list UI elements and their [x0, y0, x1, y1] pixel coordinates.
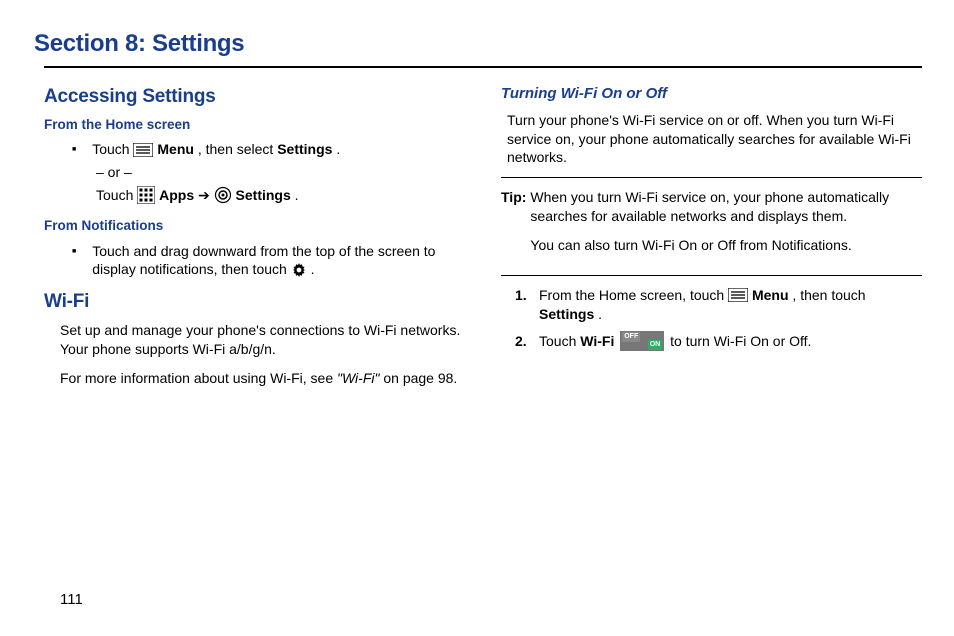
text: .: [598, 306, 602, 322]
bullet-text: Touch Menu , then select Settings .: [92, 140, 465, 159]
text: , then touch: [792, 287, 865, 303]
text-bold: Settings: [539, 306, 594, 322]
text: ➔: [198, 187, 214, 203]
tip-label: Tip:: [501, 188, 526, 207]
body-paragraphs: Turn your phone's Wi-Fi service on or of…: [507, 111, 922, 168]
tip-block: Tip: When you turn Wi-Fi service on, you…: [501, 188, 922, 265]
text: .: [311, 261, 315, 277]
step-body: From the Home screen, touch Menu , then …: [539, 286, 922, 324]
text: From the Home screen, touch: [539, 287, 728, 303]
text: , then select: [198, 141, 277, 157]
numbered-list: 1. From the Home screen, touch Menu , th…: [501, 286, 922, 352]
paragraph: When you turn Wi-Fi service on, your pho…: [530, 188, 922, 226]
paragraph: For more information about using Wi-Fi, …: [60, 369, 465, 388]
menu-icon: [133, 143, 153, 157]
subheading-from-notifications: From Notifications: [44, 217, 465, 235]
or-separator: – or –: [96, 163, 465, 182]
subheading-turning-wifi-on-off: Turning Wi-Fi On or Off: [501, 84, 922, 104]
text: For more information about using Wi-Fi, …: [60, 370, 337, 386]
text: Touch: [96, 187, 137, 203]
text-bold: Wi-Fi: [580, 333, 614, 349]
bullet-marker-icon: ■: [72, 145, 76, 154]
paragraph: Turn your phone's Wi-Fi service on or of…: [507, 111, 922, 168]
paragraph: You can also turn Wi-Fi On or Off from N…: [530, 236, 922, 255]
tip-body: When you turn Wi-Fi service on, your pho…: [530, 188, 922, 265]
body-paragraphs: Set up and manage your phone's connectio…: [60, 321, 465, 388]
apps-icon: [137, 186, 155, 204]
divider: [501, 275, 922, 276]
toggle-off-label: OFF: [622, 332, 640, 342]
list-step-2: 2. Touch Wi-Fi OFF ON to turn Wi-Fi On o…: [515, 332, 922, 352]
text-bold: Settings: [236, 187, 291, 203]
page-number: 111: [60, 590, 83, 610]
step-number: 2.: [515, 332, 539, 351]
settings-gear-icon: [214, 186, 232, 204]
right-column: Turning Wi-Fi On or Off Turn your phone'…: [501, 82, 922, 397]
text-bold: Menu: [752, 287, 789, 303]
text-bold: Settings: [277, 141, 332, 157]
two-column-layout: Accessing Settings From the Home screen …: [34, 82, 922, 397]
text: Touch: [92, 141, 133, 157]
toggle-on-label: ON: [648, 340, 663, 350]
heading-wifi: Wi-Fi: [44, 289, 465, 315]
left-column: Accessing Settings From the Home screen …: [44, 82, 465, 397]
paragraph: Set up and manage your phone's connectio…: [60, 321, 465, 359]
text-bold: Menu: [157, 141, 194, 157]
section-divider: [44, 66, 922, 68]
bullet-continuation: Touch Apps ➔ Settings .: [96, 186, 465, 205]
bullet-text: Touch Apps ➔ Settings .: [96, 186, 465, 205]
text: Touch and drag downward from the top of …: [92, 243, 435, 278]
bullet-item: ■ Touch Menu , then select Settings .: [72, 140, 465, 159]
list-step-1: 1. From the Home screen, touch Menu , th…: [515, 286, 922, 324]
step-number: 1.: [515, 286, 539, 305]
text: .: [336, 141, 340, 157]
text: on page 98.: [383, 370, 457, 386]
text: .: [295, 187, 299, 203]
section-title: Section 8: Settings: [34, 28, 922, 60]
toggle-switch-icon: OFF ON: [620, 331, 664, 351]
step-body: Touch Wi-Fi OFF ON to turn Wi-Fi On or O…: [539, 332, 922, 352]
bullet-text: Touch and drag downward from the top of …: [92, 242, 465, 280]
cross-reference: "Wi-Fi": [337, 370, 379, 386]
text: to turn Wi-Fi On or Off.: [670, 333, 811, 349]
text-bold: Apps: [159, 187, 194, 203]
menu-icon: [728, 288, 748, 302]
bullet-item: ■ Touch and drag downward from the top o…: [72, 242, 465, 280]
gear-icon: [291, 262, 307, 278]
subheading-from-home-screen: From the Home screen: [44, 116, 465, 134]
heading-accessing-settings: Accessing Settings: [44, 84, 465, 110]
bullet-marker-icon: ■: [72, 247, 76, 256]
text: Touch: [539, 333, 580, 349]
divider: [501, 177, 922, 178]
